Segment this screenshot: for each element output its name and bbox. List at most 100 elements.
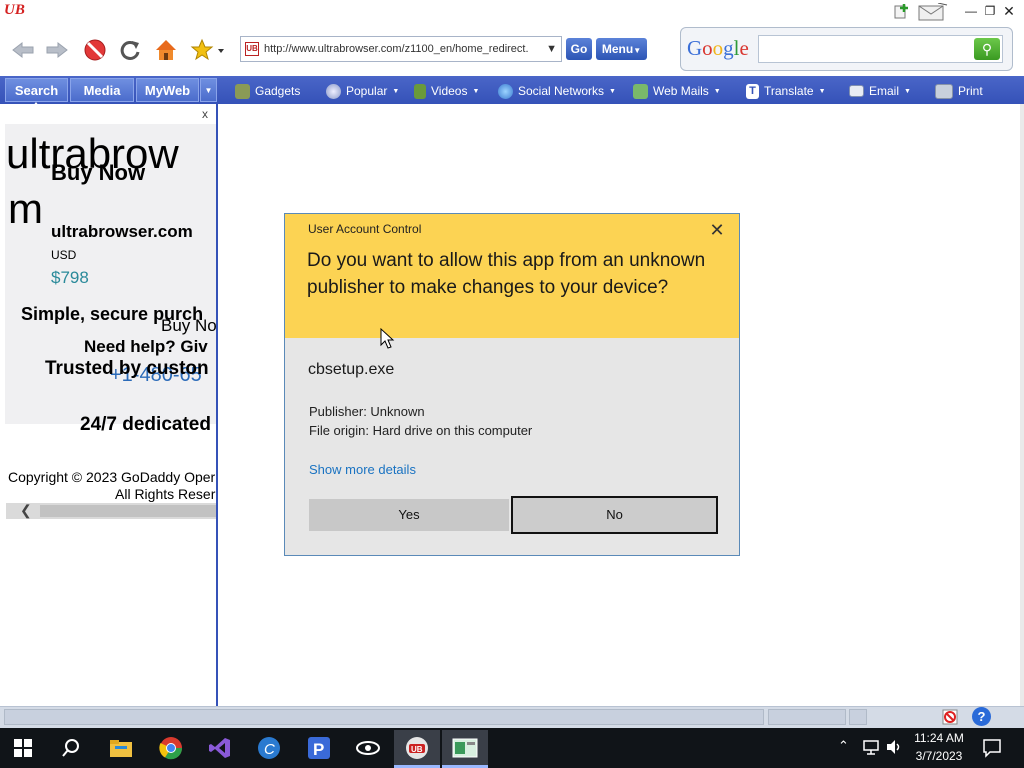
svg-text:C: C — [264, 741, 275, 758]
film-icon — [414, 83, 426, 99]
link-label: Social Networks — [518, 84, 605, 98]
favorites-icon[interactable] — [190, 37, 226, 63]
stop-icon[interactable] — [82, 37, 108, 63]
chrome-icon[interactable] — [148, 730, 194, 766]
link-label: Web Mails — [653, 84, 709, 98]
file-origin-text: File origin: Hard drive on this computer — [309, 423, 533, 438]
go-button[interactable]: Go — [566, 38, 592, 60]
menu-button[interactable]: Menu▼ — [596, 38, 647, 60]
search-input[interactable] — [758, 35, 1003, 63]
help-icon[interactable]: ? — [972, 707, 991, 726]
svg-text:P: P — [313, 740, 324, 759]
chevron-down-icon: ▼ — [904, 87, 911, 95]
app-logo: UB — [4, 2, 25, 18]
trusted-text: Trusted by custon — [45, 358, 209, 379]
address-input[interactable]: http://www.ultrabrowser.com/z1100_en/hom… — [264, 43, 536, 55]
chevron-down-icon: ▼ — [472, 87, 480, 95]
link-email[interactable]: Email ▼ — [849, 82, 911, 100]
show-hidden-icons-icon[interactable]: ⌃ — [838, 738, 849, 754]
tab-media[interactable]: Media — [70, 78, 134, 102]
sidebar-horizontal-scrollbar[interactable]: ❮ — [6, 502, 216, 519]
link-label: Email — [869, 84, 900, 98]
translate-icon: T — [746, 83, 759, 99]
scrollbar-thumb[interactable] — [40, 505, 216, 517]
link-label: Popular — [346, 84, 388, 98]
domain-name: ultrabrowser.com — [51, 222, 193, 241]
scroll-left-icon[interactable]: ❮ — [20, 502, 32, 519]
link-popular[interactable]: Popular ▼ — [326, 82, 399, 100]
search-engine-logo: Google — [687, 36, 749, 60]
printer-icon — [935, 83, 953, 99]
publisher-text: Publisher: Unknown — [309, 404, 425, 419]
currency-label: USD — [51, 248, 77, 262]
link-translate[interactable]: T Translate ▼ — [746, 82, 826, 100]
need-help-text: Need help? Giv — [84, 337, 208, 356]
forward-icon[interactable] — [44, 37, 70, 63]
back-icon[interactable] — [10, 37, 36, 63]
no-button[interactable]: No — [511, 496, 718, 534]
search-icon[interactable]: ⚲ — [974, 38, 1000, 60]
pdf-app-icon[interactable]: P — [296, 730, 342, 766]
home-icon[interactable] — [153, 37, 179, 63]
close-window-button[interactable]: ✕ — [1000, 2, 1018, 20]
chevron-down-icon: ▼ — [713, 87, 721, 95]
notifications-icon[interactable] — [982, 738, 1002, 758]
globe-icon — [326, 83, 341, 99]
link-gadgets[interactable]: Gadgets — [235, 82, 300, 100]
show-more-details-link[interactable]: Show more details — [309, 462, 416, 477]
tab-search[interactable]: Search — [5, 78, 68, 102]
link-print[interactable]: Print — [935, 82, 983, 100]
ccleaner-icon[interactable]: C — [246, 730, 292, 766]
webmail-icon — [633, 83, 648, 99]
copyright-text: Copyright © 2023 GoDaddy Oper — [8, 469, 216, 485]
yes-button[interactable]: Yes — [309, 499, 509, 531]
envelope-icon — [849, 85, 864, 97]
main-vertical-scrollbar[interactable] — [1020, 104, 1024, 706]
start-button[interactable] — [0, 730, 46, 766]
buy-now-heading: Buy Now — [51, 160, 146, 185]
link-social-networks[interactable]: Social Networks ▼ — [498, 82, 616, 100]
link-web-mails[interactable]: Web Mails ▼ — [633, 82, 721, 100]
restore-button[interactable]: ❐ — [981, 2, 999, 20]
chevron-down-icon: ▼ — [818, 87, 826, 95]
address-bar[interactable]: UB http://www.ultrabrowser.com/z1100_en/… — [240, 36, 562, 62]
address-dropdown-icon[interactable]: ▼ — [546, 43, 557, 55]
tabs-dropdown-button[interactable]: ▼ — [200, 78, 217, 102]
add-bookmark-icon[interactable] — [893, 3, 909, 19]
refresh-icon[interactable] — [117, 37, 143, 63]
chevron-down-icon: ▼ — [609, 87, 616, 95]
clock-date[interactable]: 3/7/2023 — [908, 749, 970, 763]
people-icon — [498, 83, 513, 99]
tab-myweb[interactable]: MyWeb — [136, 78, 199, 102]
file-explorer-icon[interactable] — [98, 730, 144, 766]
link-label: Print — [958, 84, 983, 98]
taskbar-search-icon[interactable] — [48, 730, 94, 766]
popup-blocker-icon[interactable] — [941, 708, 959, 726]
menu-button-label: Menu — [601, 42, 634, 56]
sidebar-close-icon[interactable]: x — [202, 107, 208, 121]
uac-dialog-title: User Account Control — [308, 222, 422, 236]
site-favicon-icon: UB — [245, 42, 259, 56]
media-app-icon[interactable] — [345, 730, 391, 766]
chevron-down-icon: ▼ — [633, 46, 642, 55]
link-videos[interactable]: Videos ▼ — [414, 82, 479, 100]
volume-icon[interactable] — [885, 739, 903, 755]
ultrabrowser-taskbar-icon[interactable]: UB — [394, 730, 440, 766]
minimize-button[interactable]: — — [962, 2, 980, 20]
gadgets-icon — [235, 83, 250, 99]
uac-question: Do you want to allow this app from an un… — [307, 250, 706, 298]
chevron-down-icon: ▼ — [392, 87, 400, 95]
close-icon[interactable]: ✕ — [706, 219, 728, 241]
visual-studio-icon[interactable] — [197, 730, 243, 766]
status-text-segment — [4, 709, 764, 725]
link-label: Videos — [431, 84, 468, 98]
title-bar — [0, 0, 1024, 24]
windows-logo-icon — [14, 739, 32, 757]
network-icon[interactable] — [862, 739, 880, 755]
price-value: $798 — [51, 268, 89, 287]
clock-time[interactable]: 11:24 AM — [908, 731, 970, 745]
setup-app-icon[interactable] — [442, 730, 488, 766]
mail-icon[interactable] — [918, 2, 948, 21]
status-progress-segment — [768, 709, 846, 725]
buy-now-link[interactable]: Buy No — [161, 316, 217, 336]
